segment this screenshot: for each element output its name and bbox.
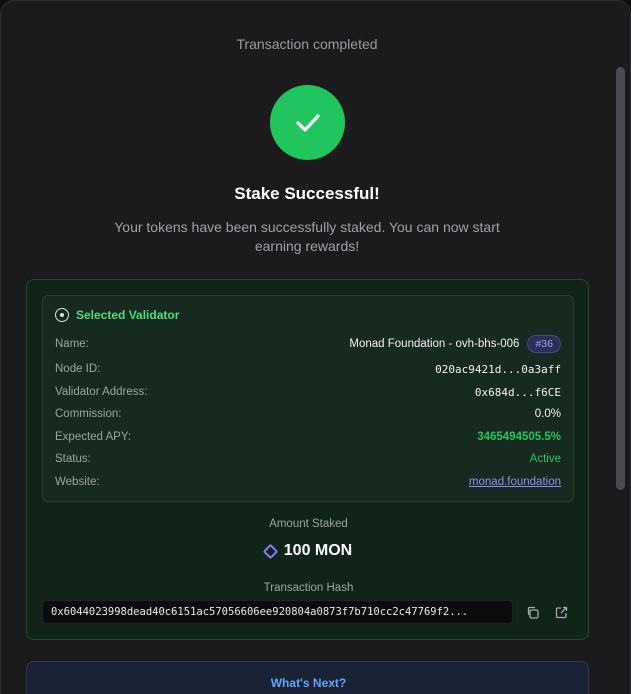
stake-success-modal: Transaction completed Stake Successful! … bbox=[0, 0, 631, 694]
commission-label: Commission: bbox=[55, 408, 122, 420]
node-id-value: 020ac9421d...0a3aff bbox=[435, 362, 561, 376]
website-label: Website: bbox=[55, 476, 100, 488]
check-icon bbox=[295, 113, 320, 132]
node-id-row: Node ID: 020ac9421d...0a3aff bbox=[55, 359, 561, 379]
transaction-hash-value[interactable]: 0x6044023998dead40c6151ac57056606ee92080… bbox=[42, 600, 513, 624]
validator-address-label: Validator Address: bbox=[55, 386, 148, 398]
stake-details-card: Selected Validator Name: Monad Foundatio… bbox=[26, 279, 589, 640]
amount-staked-label: Amount Staked bbox=[269, 518, 348, 530]
commission-row: Commission: 0.0% bbox=[55, 404, 561, 424]
name-label: Name: bbox=[55, 338, 89, 350]
scrollbar-thumb[interactable] bbox=[616, 67, 625, 490]
validator-name-row: Name: Monad Foundation - ovh-bhs-006 #36 bbox=[55, 334, 561, 354]
expected-apy-value: 3465494505.5% bbox=[477, 431, 561, 443]
amount-staked: 100 MON bbox=[27, 542, 590, 560]
external-link-icon bbox=[555, 606, 567, 618]
status-label: Status: bbox=[55, 453, 91, 465]
success-check-badge bbox=[270, 85, 345, 160]
validator-section-header: Selected Validator bbox=[55, 308, 179, 322]
success-subtitle: Your tokens have been successfully stake… bbox=[114, 219, 500, 254]
scrollbar[interactable] bbox=[613, 61, 627, 694]
transaction-status: Transaction completed bbox=[236, 36, 378, 52]
mon-token-icon bbox=[262, 543, 279, 559]
transaction-hash-label: Transaction Hash bbox=[263, 582, 354, 594]
expected-apy-row: Expected APY: 3465494505.5% bbox=[55, 427, 561, 447]
validator-name-value: Monad Foundation - ovh-bhs-006 bbox=[349, 338, 520, 350]
copy-icon bbox=[527, 606, 539, 619]
website-link[interactable]: monad.foundation bbox=[469, 476, 561, 488]
website-row: Website: monad.foundation bbox=[55, 472, 561, 492]
whats-next-title: What's Next? bbox=[270, 676, 347, 690]
expected-apy-label: Expected APY: bbox=[55, 431, 132, 443]
whats-next-card: What's Next? bbox=[26, 661, 589, 694]
validator-address-value: 0x684d...f6CE bbox=[474, 385, 561, 399]
success-title: Stake Successful! bbox=[234, 184, 380, 203]
node-id-label: Node ID: bbox=[55, 363, 101, 375]
copy-hash-button[interactable] bbox=[524, 604, 540, 620]
validator-rank-badge: #36 bbox=[527, 335, 561, 353]
amount-staked-value: 100 MON bbox=[283, 542, 353, 559]
status-value: Active bbox=[529, 453, 561, 465]
validator-address-row: Validator Address: 0x684d...f6CE bbox=[55, 382, 561, 402]
validator-section-title: Selected Validator bbox=[76, 308, 180, 322]
status-row: Status: Active bbox=[55, 449, 561, 469]
view-in-explorer-button[interactable] bbox=[553, 604, 569, 620]
target-icon bbox=[55, 308, 69, 322]
selected-validator-card: Selected Validator Name: Monad Foundatio… bbox=[42, 295, 574, 502]
commission-value: 0.0% bbox=[534, 408, 561, 420]
